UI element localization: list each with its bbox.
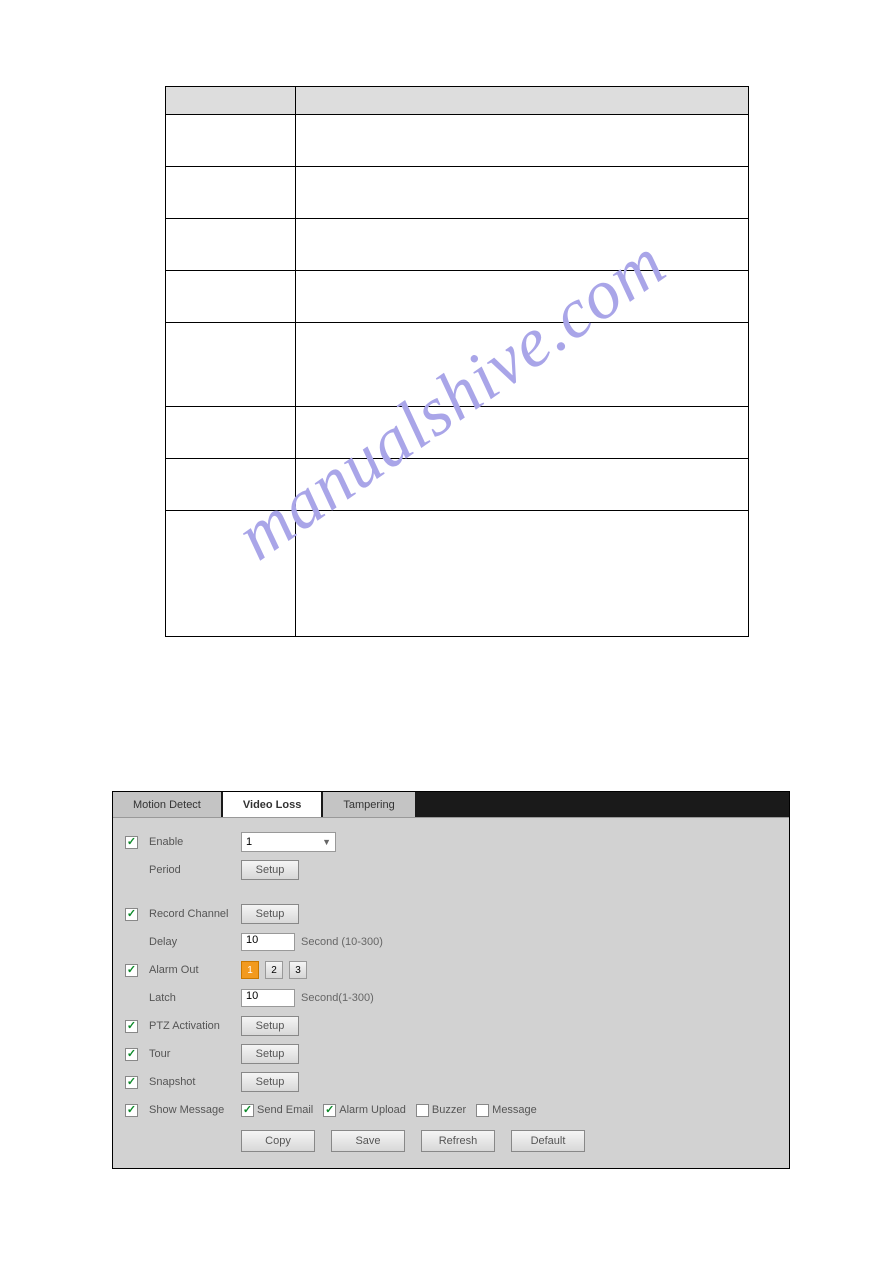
send-email-label: Send Email [257,1104,313,1116]
ptz-label: PTZ Activation [149,1020,241,1032]
refresh-button[interactable]: Refresh [421,1130,495,1152]
snapshot-setup-button[interactable]: Setup [241,1072,299,1092]
alarm-out-checkbox[interactable] [125,964,138,977]
record-channel-checkbox[interactable] [125,908,138,921]
message-checkbox[interactable] [476,1104,489,1117]
tab-tampering[interactable]: Tampering [323,792,414,817]
chevron-down-icon: ▼ [322,837,331,847]
parameter-table [165,86,749,637]
tour-setup-button[interactable]: Setup [241,1044,299,1064]
latch-input[interactable]: 10 [241,989,295,1007]
tour-checkbox[interactable] [125,1048,138,1061]
buzzer-checkbox[interactable] [416,1104,429,1117]
period-setup-button[interactable]: Setup [241,860,299,880]
delay-label: Delay [149,936,241,948]
show-message-label: Show Message [149,1104,241,1116]
delay-input[interactable]: 10 [241,933,295,951]
message-label: Message [492,1104,537,1116]
alarm-out-2[interactable]: 2 [265,961,283,979]
th-function [296,87,749,115]
show-message-checkbox[interactable] [125,1104,138,1117]
ptz-checkbox[interactable] [125,1020,138,1033]
alarm-out-3[interactable]: 3 [289,961,307,979]
delay-hint: Second (10-300) [301,936,383,948]
enable-checkbox[interactable] [125,836,138,849]
channel-select[interactable]: 1 ▼ [241,832,336,852]
record-channel-label: Record Channel [149,908,241,920]
alarm-out-1[interactable]: 1 [241,961,259,979]
tour-label: Tour [149,1048,241,1060]
latch-label: Latch [149,992,241,1004]
snapshot-label: Snapshot [149,1076,241,1088]
th-parameter [166,87,296,115]
alarm-out-label: Alarm Out [149,964,241,976]
latch-hint: Second(1-300) [301,992,374,1004]
tab-motion-detect[interactable]: Motion Detect [113,792,221,817]
default-button[interactable]: Default [511,1130,585,1152]
alarm-upload-label: Alarm Upload [339,1104,406,1116]
ptz-setup-button[interactable]: Setup [241,1016,299,1036]
video-settings-panel: Motion Detect Video Loss Tampering Enabl… [112,791,790,1169]
alarm-upload-checkbox[interactable] [323,1104,336,1117]
enable-label: Enable [149,836,241,848]
save-button[interactable]: Save [331,1130,405,1152]
send-email-checkbox[interactable] [241,1104,254,1117]
snapshot-checkbox[interactable] [125,1076,138,1089]
buzzer-label: Buzzer [432,1104,466,1116]
period-label: Period [149,864,241,876]
tabs-bar: Motion Detect Video Loss Tampering [113,792,789,818]
copy-button[interactable]: Copy [241,1130,315,1152]
record-channel-setup-button[interactable]: Setup [241,904,299,924]
tab-video-loss[interactable]: Video Loss [223,792,321,817]
channel-value: 1 [246,836,252,848]
